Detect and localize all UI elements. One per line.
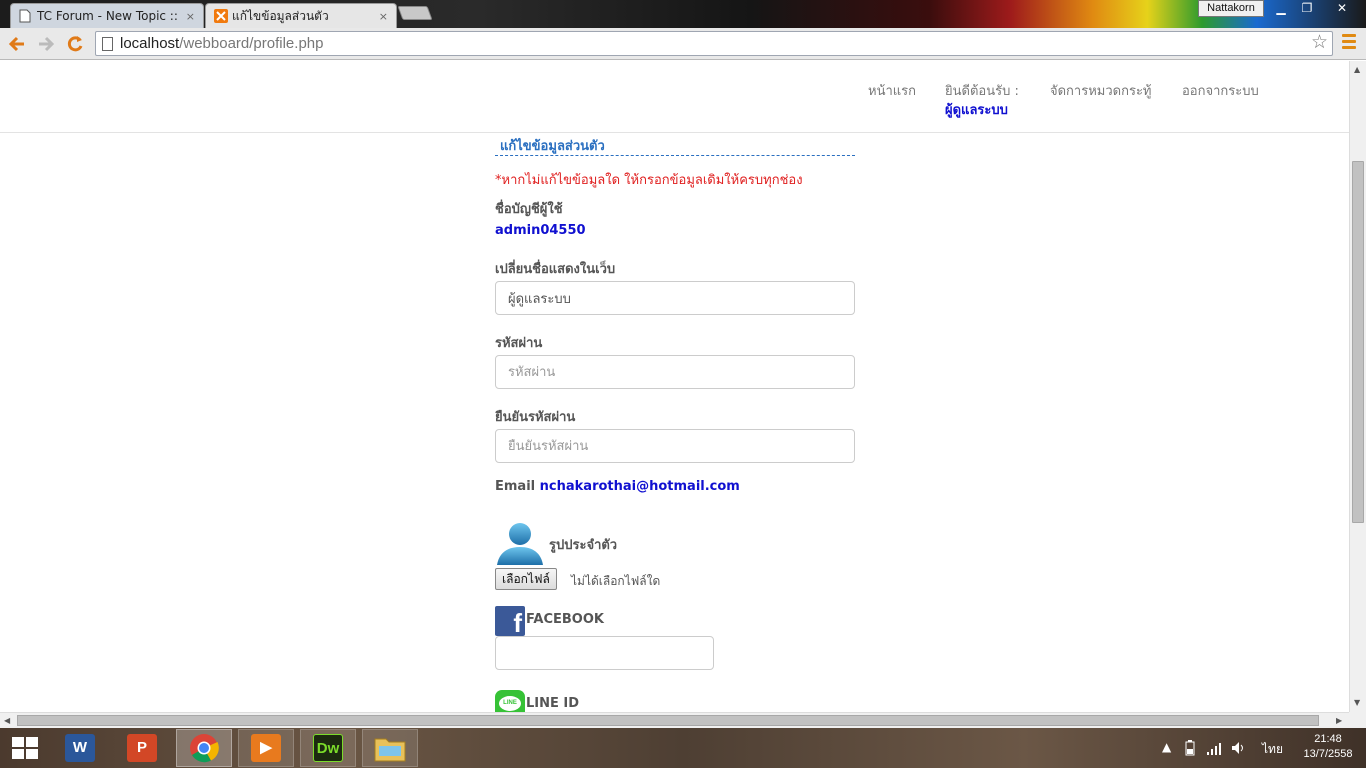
taskbar-word[interactable]: W [52,729,108,767]
facebook-input[interactable] [495,636,714,670]
arrow-right-icon [39,36,55,52]
scroll-down-icon[interactable]: ▼ [1354,698,1360,707]
close-icon[interactable]: × [186,10,195,23]
file-status: ไม่ได้เลือกไฟล์ใด [571,574,661,588]
browser-toolbar: localhost/webboard/profile.php ☆ [0,28,1366,60]
signal-icon[interactable] [1206,740,1222,759]
tab-title: TC Forum - New Topic :: ห้ [37,8,180,23]
forward-button[interactable] [36,34,56,54]
bookmark-star-icon[interactable]: ☆ [1311,31,1328,54]
facebook-icon: f [495,606,525,636]
minimize-button[interactable]: ▁ [1268,0,1294,17]
confirm-password-input[interactable] [495,429,855,463]
taskbar-chrome[interactable] [176,729,232,767]
tab-edit-profile[interactable]: แก้ไขข้อมูลส่วนตัว × [205,3,397,28]
taskbar-media-player[interactable]: ▶ [238,729,294,767]
tab-title: แก้ไขข้อมูลส่วนตัว [232,8,329,23]
play-icon: ▶ [251,734,281,762]
avatar-icon [495,521,545,567]
taskbar-dreamweaver[interactable]: Dw [300,729,356,767]
url-host: localhost [120,35,180,52]
page-title: แก้ไขข้อมูลส่วนตัว [500,139,605,154]
scroll-up-icon[interactable]: ▲ [1354,65,1360,74]
browser-titlebar: TC Forum - New Topic :: ห้ × แก้ไขข้อมูล… [0,0,1366,28]
windows-taskbar: W P ▶ Dw ▲ ไทย 21:48 13/7/2558 [0,728,1366,768]
password-input[interactable] [495,355,855,389]
chrome-menu-icon[interactable] [1342,34,1356,52]
xampp-icon [214,9,228,23]
line-icon-text: LINE [499,696,521,711]
vertical-scroll-thumb[interactable] [1352,161,1364,523]
url-path: /webboard/profile.php [179,35,324,52]
vertical-scrollbar[interactable]: ▲ ▼ [1349,61,1366,712]
facebook-label: FACEBOOK [526,612,604,627]
dreamweaver-icon: Dw [313,734,343,762]
close-icon[interactable]: × [379,10,388,23]
taskbar-powerpoint[interactable]: P [114,729,170,767]
scrollbar-corner [1349,712,1366,728]
restore-button[interactable]: ❐ [1294,0,1320,17]
warning-text: *หากไม่แก้ไขข้อมูลใด ให้กรอกข้อมูลเดิมให… [495,173,803,188]
windows-start-icon[interactable] [12,737,38,759]
account-value: admin04550 [495,223,586,238]
title-divider [495,155,855,156]
show-hidden-icons-icon[interactable]: ▲ [1162,740,1171,754]
nav-welcome-user[interactable]: ผู้ดูแลระบบ [945,99,1008,120]
word-icon: W [65,734,95,762]
folder-icon [374,738,406,762]
language-indicator[interactable]: ไทย [1262,740,1283,759]
clock-time: 21:48 [1314,733,1342,745]
line-label: LINE ID [526,696,580,711]
back-button[interactable] [7,34,27,54]
email-row: Email nchakarothai@hotmail.com [495,479,740,494]
email-label: Email [495,479,536,494]
line-icon: LINE [495,690,525,712]
powerpoint-icon: P [127,734,157,762]
nav-home-link[interactable]: หน้าแรก [868,80,916,101]
choose-file-button[interactable]: เลือกไฟล์ [495,568,557,590]
close-window-button[interactable]: ✕ [1320,0,1364,17]
display-name-label: เปลี่ยนชื่อแสดงในเว็บ [495,262,616,277]
new-tab-button[interactable] [397,6,433,20]
nav-welcome-label: ยินดีต้อนรับ : [945,84,1019,99]
battery-icon[interactable] [1182,740,1198,759]
taskbar-file-explorer[interactable] [362,729,418,767]
tab-tc-forum[interactable]: TC Forum - New Topic :: ห้ × [10,3,204,28]
account-label: ชื่อบัญชีผู้ใช้ [495,202,563,217]
address-bar[interactable]: localhost/webboard/profile.php ☆ [95,31,1333,56]
display-name-input[interactable] [495,281,855,315]
page-viewport: หน้าแรก ยินดีต้อนรับ : ผู้ดูแลระบบ จัดกา… [0,61,1349,712]
page-icon [102,37,113,51]
horizontal-scroll-thumb[interactable] [17,715,1319,726]
nav-logout-link[interactable]: ออกจากระบบ [1182,80,1259,101]
reload-button[interactable] [65,34,85,54]
profile-badge[interactable]: Nattakorn [1198,0,1264,17]
nav-manage-categories-link[interactable]: จัดการหมวดกระทู้ [1050,80,1152,101]
reload-icon [67,36,83,52]
confirm-password-label: ยืนยันรหัสผ่าน [495,410,576,425]
scroll-left-icon[interactable]: ◀ [4,716,10,725]
password-label: รหัสผ่าน [495,336,543,351]
horizontal-scrollbar[interactable]: ◀ ▶ [0,712,1349,728]
arrow-left-icon [8,36,24,52]
scroll-right-icon[interactable]: ▶ [1336,716,1342,725]
email-value: nchakarothai@hotmail.com [539,479,740,494]
chrome-icon [190,734,219,763]
clock-date: 13/7/2558 [1303,748,1353,760]
clock[interactable]: 21:48 13/7/2558 [1300,732,1356,762]
site-navbar: หน้าแรก ยินดีต้อนรับ : ผู้ดูแลระบบ จัดกา… [0,61,1349,133]
volume-icon[interactable] [1230,740,1246,759]
avatar-label: รูปประจำตัว [549,538,618,553]
document-icon [19,9,31,23]
